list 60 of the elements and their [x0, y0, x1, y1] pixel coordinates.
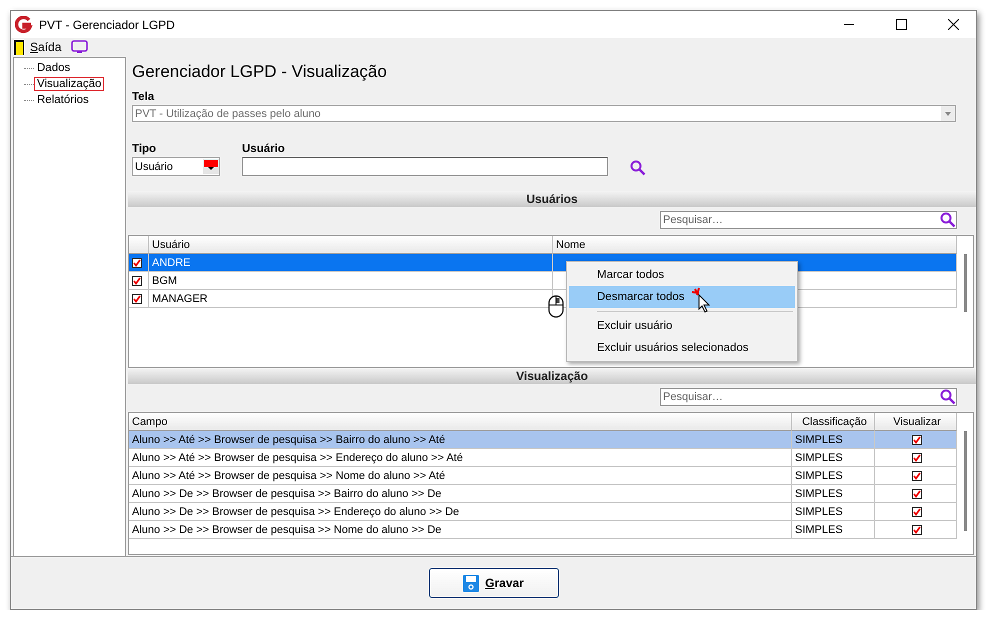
monitor-icon[interactable]: [71, 40, 88, 54]
column-header[interactable]: Classificação: [792, 413, 875, 431]
table-cell: SIMPLES: [792, 521, 875, 539]
checkbox[interactable]: [912, 434, 922, 444]
minimize-button[interactable]: [844, 24, 854, 26]
checkbox[interactable]: [912, 506, 922, 516]
tree-item[interactable]: Visualização: [34, 77, 104, 91]
checkbox[interactable]: [132, 276, 142, 286]
scrollbar[interactable]: [964, 254, 966, 312]
close-button[interactable]: [948, 19, 958, 30]
search-icon[interactable]: [940, 389, 956, 405]
user-input[interactable]: [242, 157, 608, 176]
table-cell: SIMPLES: [792, 449, 875, 467]
field-label: Tipo: [132, 143, 158, 157]
search-field[interactable]: Pesquisar…: [660, 211, 957, 229]
table-cell: Aluno >> De >> Browser de pesquisa >> Bairro do aluno >> De: [129, 485, 792, 503]
table-cell: SIMPLES: [792, 485, 875, 503]
type-dropdown[interactable]: Usuário: [132, 157, 220, 176]
field-label: Usuário: [242, 143, 286, 157]
table-cell: SIMPLES: [792, 431, 875, 449]
app-logo-icon: [15, 16, 33, 34]
menu-item[interactable]: Excluir usuários selecionados: [569, 337, 795, 359]
section-header: Usuários: [128, 191, 976, 207]
column-header[interactable]: Nome: [553, 236, 957, 254]
column-header[interactable]: Campo: [129, 413, 792, 431]
menu-item[interactable]: Marcar todos: [569, 264, 795, 286]
menu-item[interactable]: Saída: [30, 40, 62, 54]
maximize-button[interactable]: [896, 19, 906, 30]
section-header: Visualização: [128, 368, 976, 384]
tree-item[interactable]: Relatórios: [34, 93, 92, 107]
checkbox[interactable]: [132, 294, 142, 304]
page-heading: Gerenciador LGPD - Visualização: [132, 62, 388, 83]
table-cell: BGM: [149, 272, 553, 290]
checkbox[interactable]: [912, 452, 922, 462]
checkbox[interactable]: [912, 524, 922, 534]
checkbox[interactable]: [912, 488, 922, 498]
menu-item[interactable]: Desmarcar todos: [569, 286, 795, 308]
door-icon: [14, 40, 24, 54]
table-cell: Aluno >> De >> Browser de pesquisa >> Endereço do aluno >> De: [129, 503, 792, 521]
tree-item[interactable]: Dados: [34, 61, 74, 75]
save-button[interactable]: Gravar: [428, 568, 558, 598]
table-cell: SIMPLES: [792, 503, 875, 521]
scrollbar[interactable]: [964, 431, 966, 531]
table-cell: Aluno >> Até >> Browser de pesquisa >> Nome do aluno >> Até: [129, 467, 792, 485]
checkbox[interactable]: [912, 470, 922, 480]
field-label: Tela: [132, 91, 156, 105]
checkbox[interactable]: [132, 258, 142, 268]
table-cell: Aluno >> De >> Browser de pesquisa >> Nome do aluno >> De: [129, 521, 792, 539]
table-cell: SIMPLES: [792, 467, 875, 485]
pointer-icon: [691, 287, 713, 313]
search-icon[interactable]: [940, 212, 956, 228]
table-cell: Aluno >> Até >> Browser de pesquisa >> Bairro do aluno >> Até: [129, 431, 792, 449]
window-title: PVT - Gerenciador LGPD: [39, 18, 176, 32]
table-cell: ANDRE: [149, 254, 553, 272]
menu-item[interactable]: Excluir usuário: [569, 315, 795, 337]
table-cell: Aluno >> Até >> Browser de pesquisa >> Endereço do aluno >> Até: [129, 449, 792, 467]
column-header[interactable]: Usuário: [149, 236, 553, 254]
search-field[interactable]: Pesquisar…: [660, 388, 957, 406]
column-header[interactable]: Visualizar: [875, 413, 957, 431]
search-icon[interactable]: [630, 160, 646, 176]
